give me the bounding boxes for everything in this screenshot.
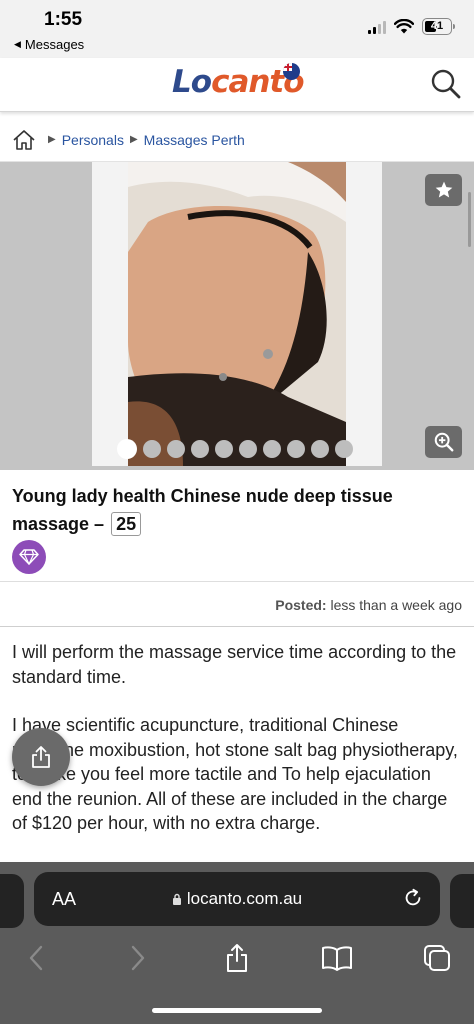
star-icon bbox=[435, 181, 452, 198]
back-app-label: Messages bbox=[24, 37, 85, 52]
age-badge: 25 bbox=[111, 512, 142, 536]
gallery-dot[interactable] bbox=[263, 440, 281, 458]
share-icon bbox=[227, 944, 247, 972]
breadcrumb: ▶ Personals ▶ Massages Perth bbox=[0, 118, 474, 162]
gallery-dot[interactable] bbox=[117, 439, 137, 459]
signal-icon bbox=[368, 20, 386, 34]
bookmarks-button[interactable] bbox=[317, 938, 357, 978]
gallery-pagination bbox=[117, 439, 353, 459]
battery-icon: 41 bbox=[422, 18, 455, 35]
gallery-dot[interactable] bbox=[215, 440, 233, 458]
breadcrumb-personals[interactable]: Personals bbox=[62, 132, 124, 148]
gallery-dot[interactable] bbox=[167, 440, 185, 458]
australia-flag-icon bbox=[283, 63, 300, 80]
home-icon[interactable] bbox=[12, 129, 36, 151]
gallery-dot[interactable] bbox=[311, 440, 329, 458]
gallery-dot[interactable] bbox=[239, 440, 257, 458]
tabs-button[interactable] bbox=[417, 938, 457, 978]
search-icon bbox=[431, 69, 461, 99]
gallery-dot[interactable] bbox=[143, 440, 161, 458]
favorite-button[interactable] bbox=[425, 174, 462, 206]
listing-title-text: Young lady health Chinese nude deep tiss… bbox=[12, 486, 393, 534]
posted-info: Posted: less than a week ago bbox=[275, 597, 462, 613]
system-icons: 41 bbox=[368, 18, 455, 35]
reload-icon bbox=[405, 888, 421, 906]
battery-level: 41 bbox=[430, 20, 444, 32]
reload-button[interactable] bbox=[402, 887, 424, 914]
gallery-dot[interactable] bbox=[191, 440, 209, 458]
browser-toolbar bbox=[0, 938, 474, 982]
divider bbox=[0, 626, 474, 627]
address-bar[interactable]: AA locanto.com.au bbox=[34, 872, 440, 926]
url-display[interactable]: locanto.com.au bbox=[34, 889, 440, 909]
gallery-dot[interactable] bbox=[287, 440, 305, 458]
home-indicator[interactable] bbox=[152, 1008, 322, 1013]
lock-icon bbox=[172, 893, 181, 905]
description-paragraph: I will perform the massage service time … bbox=[12, 642, 457, 687]
zoom-button[interactable] bbox=[425, 426, 462, 458]
chevron-right-icon bbox=[131, 945, 145, 971]
breadcrumb-massages-perth[interactable]: Massages Perth bbox=[144, 132, 245, 148]
browser-chrome: AA locanto.com.au bbox=[0, 862, 474, 1024]
description-paragraph: I have scientific acupuncture, tradition… bbox=[12, 715, 458, 833]
posted-label: Posted: bbox=[275, 597, 327, 613]
share-button[interactable] bbox=[217, 938, 257, 978]
status-time: 1:55 bbox=[44, 9, 83, 30]
site-header: Locanto bbox=[0, 58, 474, 112]
tabs-icon bbox=[424, 945, 450, 971]
share-icon bbox=[32, 746, 50, 768]
forward-button[interactable] bbox=[118, 938, 158, 978]
gallery-scrollbar[interactable] bbox=[468, 192, 471, 247]
search-button[interactable] bbox=[430, 68, 462, 100]
breadcrumb-separator-icon: ▶ bbox=[129, 134, 138, 145]
book-icon bbox=[322, 946, 352, 971]
share-floating-button[interactable] bbox=[12, 728, 70, 786]
back-button[interactable] bbox=[16, 938, 56, 978]
posted-value: less than a week ago bbox=[330, 597, 462, 613]
status-bar: 1:55 ◀ Messages 41 bbox=[0, 0, 474, 58]
url-text: locanto.com.au bbox=[186, 889, 303, 908]
next-tab-preview[interactable] bbox=[450, 874, 474, 928]
back-arrow-icon: ◀ bbox=[14, 39, 21, 49]
listing-description: I will perform the massage service time … bbox=[12, 640, 462, 860]
back-to-app-button[interactable]: ◀ Messages bbox=[14, 37, 84, 52]
breadcrumb-separator-icon: ▶ bbox=[48, 134, 56, 145]
photo-gallery[interactable] bbox=[0, 162, 474, 470]
diamond-icon bbox=[19, 549, 39, 565]
listing-photo[interactable] bbox=[128, 162, 346, 466]
wifi-icon bbox=[394, 19, 414, 34]
premium-badge bbox=[12, 540, 46, 574]
divider bbox=[0, 581, 474, 582]
chevron-left-icon bbox=[29, 945, 43, 971]
gallery-dot[interactable] bbox=[335, 440, 353, 458]
zoom-in-icon bbox=[434, 432, 453, 452]
listing-title: Young lady health Chinese nude deep tiss… bbox=[12, 482, 452, 538]
previous-tab-preview[interactable] bbox=[0, 874, 24, 928]
